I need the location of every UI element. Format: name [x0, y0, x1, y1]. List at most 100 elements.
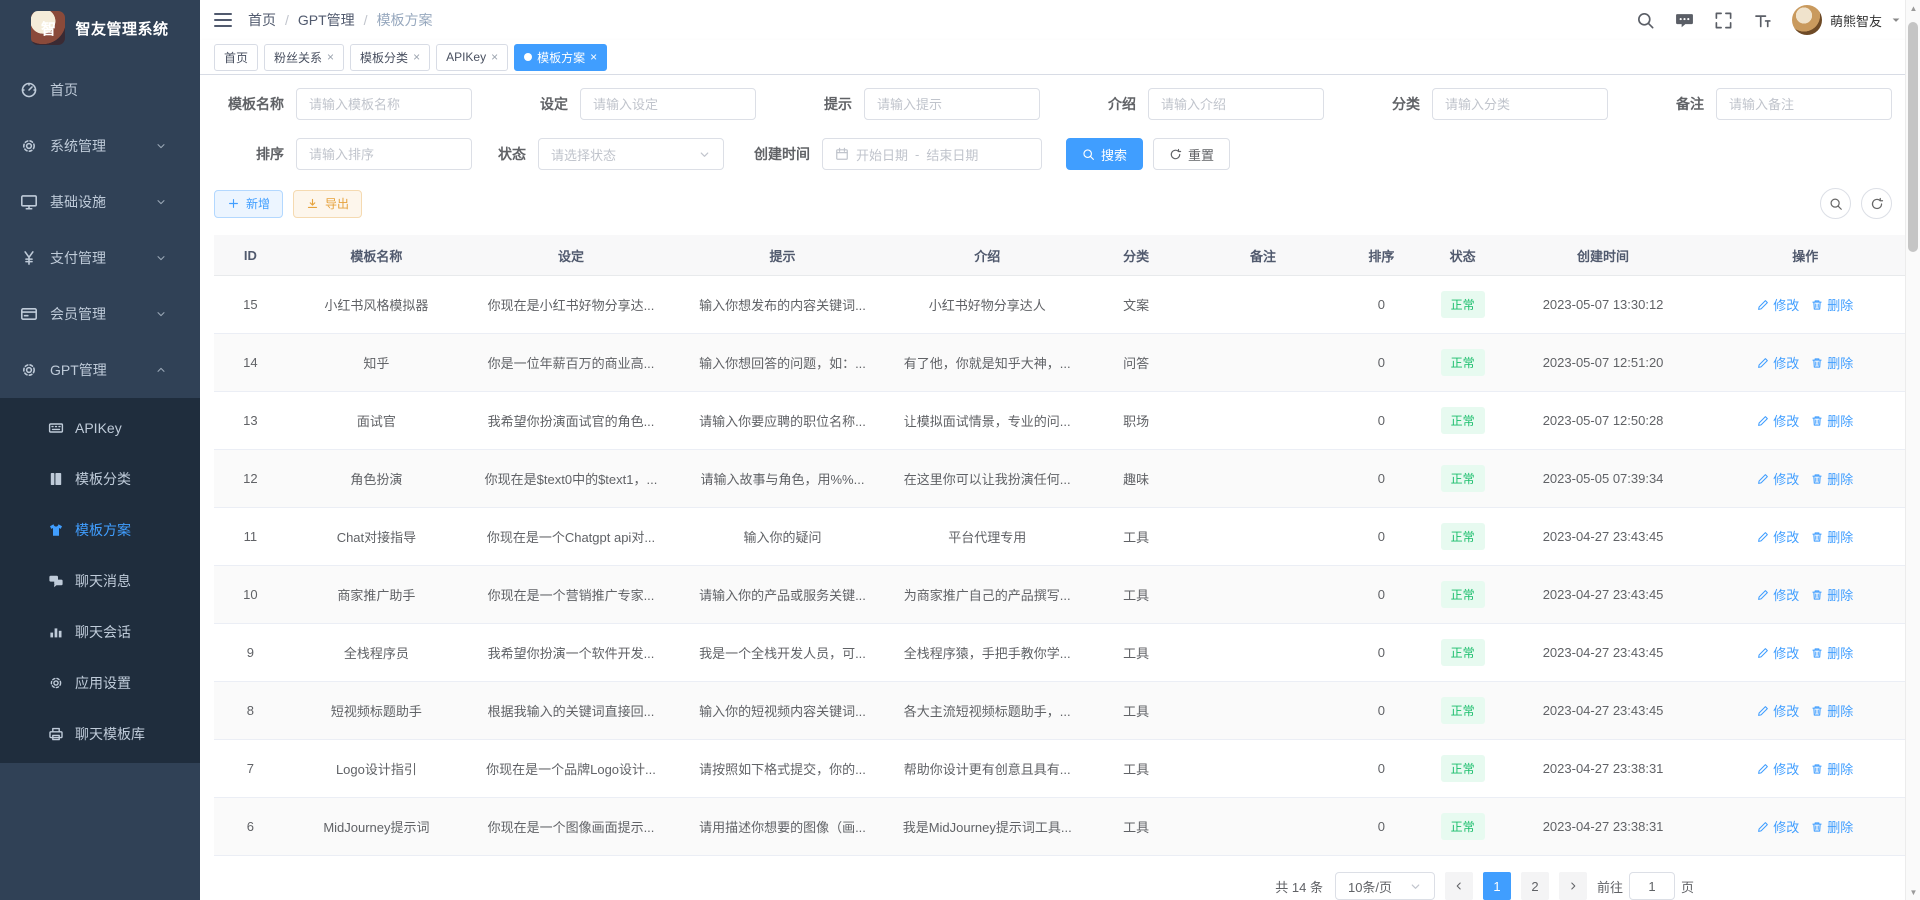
- sidebar-item-GPT管理[interactable]: GPT管理: [0, 342, 200, 398]
- form-field-提示: 提示: [782, 88, 1066, 120]
- refresh-table-button[interactable]: [1861, 188, 1892, 219]
- goto-page-input[interactable]: [1636, 879, 1668, 894]
- tab-模板方案[interactable]: 模板方案×: [514, 44, 607, 71]
- reset-button[interactable]: 重置: [1153, 138, 1230, 170]
- sidebar-subitem-应用设置[interactable]: 应用设置: [0, 657, 200, 708]
- tab-模板分类[interactable]: 模板分类×: [350, 44, 430, 71]
- scrollbar-thumb[interactable]: [1908, 22, 1918, 252]
- delete-link[interactable]: 删除: [1811, 585, 1853, 604]
- close-icon[interactable]: ×: [590, 51, 597, 63]
- sidebar-item-系统管理[interactable]: 系统管理: [0, 118, 200, 174]
- delete-link[interactable]: 删除: [1811, 353, 1853, 372]
- cell: 各大主流短视频标题助手，...: [889, 682, 1085, 739]
- delete-link[interactable]: 删除: [1811, 295, 1853, 314]
- tab-首页[interactable]: 首页: [214, 44, 258, 71]
- edit-link[interactable]: 修改: [1757, 353, 1799, 372]
- sidebar-menu: 首页系统管理基础设施支付管理会员管理GPT管理APIKey模板分类模板方案聊天消…: [0, 62, 200, 763]
- breadcrumb-item[interactable]: 首页: [248, 10, 276, 30]
- date-range-picker[interactable]: 开始日期 - 结束日期: [822, 138, 1042, 170]
- table-row[interactable]: 6MidJourney提示词你现在是一个图像画面提示...请用描述你想要的图像（…: [214, 798, 1906, 856]
- tab-APIKey[interactable]: APIKey×: [436, 44, 508, 71]
- 介绍-input[interactable]: [1161, 97, 1311, 112]
- edit-link[interactable]: 修改: [1757, 643, 1799, 662]
- message-icon[interactable]: [1675, 11, 1694, 30]
- sort-input[interactable]: [309, 147, 459, 162]
- edit-icon: [1757, 763, 1769, 775]
- delete-link[interactable]: 删除: [1811, 469, 1853, 488]
- sidebar-toggle-icon[interactable]: [214, 13, 232, 27]
- fullscreen-icon[interactable]: [1714, 11, 1733, 30]
- window-scrollbar[interactable]: ▲ ▼: [1905, 0, 1920, 900]
- cell: 根据我输入的关键词直接回...: [466, 682, 676, 739]
- prev-page-button[interactable]: [1445, 872, 1473, 900]
- page-size-select[interactable]: 10条/页: [1335, 872, 1435, 900]
- export-button[interactable]: 导出: [293, 190, 362, 218]
- edit-link[interactable]: 修改: [1757, 759, 1799, 778]
- tab-粉丝关系[interactable]: 粉丝关系×: [264, 44, 344, 71]
- add-button[interactable]: 新增: [214, 190, 283, 218]
- delete-link[interactable]: 删除: [1811, 817, 1853, 836]
- cell: 请输入你要应聘的职位名称...: [676, 392, 889, 449]
- sidebar-item-会员管理[interactable]: 会员管理: [0, 286, 200, 342]
- next-page-button[interactable]: [1559, 872, 1587, 900]
- edit-link[interactable]: 修改: [1757, 469, 1799, 488]
- 备注-input[interactable]: [1729, 97, 1879, 112]
- delete-link[interactable]: 删除: [1811, 527, 1853, 546]
- edit-link[interactable]: 修改: [1757, 817, 1799, 836]
- app-title: 智友管理系统: [75, 18, 168, 39]
- table-row[interactable]: 8短视频标题助手根据我输入的关键词直接回...输入你的短视频内容关键词...各大…: [214, 682, 1906, 740]
- app-logo[interactable]: 智 智友管理系统: [0, 0, 200, 56]
- table-row[interactable]: 13面试官我希望你扮演面试官的角色...请输入你要应聘的职位名称...让模拟面试…: [214, 392, 1906, 450]
- table-row[interactable]: 7Logo设计指引你现在是一个品牌Logo设计...请按照如下格式提交，你的..…: [214, 740, 1906, 798]
- scroll-down-icon[interactable]: ▼: [1906, 884, 1920, 900]
- page-button-1[interactable]: 1: [1483, 872, 1511, 900]
- cell: 8: [214, 682, 287, 739]
- edit-link[interactable]: 修改: [1757, 295, 1799, 314]
- edit-link[interactable]: 修改: [1757, 411, 1799, 430]
- delete-link[interactable]: 删除: [1811, 411, 1853, 430]
- breadcrumb-item[interactable]: GPT管理: [298, 10, 355, 30]
- sidebar-item-首页[interactable]: 首页: [0, 62, 200, 118]
- sidebar-subitem-聊天模板库[interactable]: 聊天模板库: [0, 708, 200, 759]
- close-icon[interactable]: ×: [491, 51, 498, 63]
- toggle-search-button[interactable]: [1820, 188, 1851, 219]
- sidebar-subitem-聊天消息[interactable]: 聊天消息: [0, 555, 200, 606]
- sidebar-subitem-聊天会话[interactable]: 聊天会话: [0, 606, 200, 657]
- sidebar-subitem-模板方案[interactable]: 模板方案: [0, 504, 200, 555]
- table-row[interactable]: 11Chat对接指导你现在是一个Chatgpt api对...输入你的疑问平台代…: [214, 508, 1906, 566]
- table-row[interactable]: 14知乎你是一位年薪百万的商业高...输入你想回答的问题，如：...有了他，你就…: [214, 334, 1906, 392]
- delete-link[interactable]: 删除: [1811, 759, 1853, 778]
- edit-label: 修改: [1773, 295, 1799, 314]
- search-button[interactable]: 搜索: [1066, 138, 1143, 170]
- delete-link[interactable]: 删除: [1811, 643, 1853, 662]
- sidebar-item-基础设施[interactable]: 基础设施: [0, 174, 200, 230]
- table-row[interactable]: 10商家推广助手你现在是一个营销推广专家...请输入你的产品或服务关键...为商…: [214, 566, 1906, 624]
- sidebar-subitem-APIKey[interactable]: APIKey: [0, 402, 200, 453]
- scroll-up-icon[interactable]: ▲: [1906, 0, 1920, 16]
- close-icon[interactable]: ×: [413, 51, 420, 63]
- font-size-icon[interactable]: [1753, 11, 1772, 30]
- sidebar-subitem-模板分类[interactable]: 模板分类: [0, 453, 200, 504]
- 设定-input[interactable]: [593, 97, 743, 112]
- user-menu[interactable]: 萌熊智友: [1792, 5, 1902, 35]
- edit-link[interactable]: 修改: [1757, 701, 1799, 720]
- table-row[interactable]: 9全栈程序员我希望你扮演一个软件开发...我是一个全栈开发人员，可...全栈程序…: [214, 624, 1906, 682]
- 模板名称-input[interactable]: [309, 97, 459, 112]
- table-row[interactable]: 15小红书风格模拟器你现在是小红书好物分享达...输入你想发布的内容关键词...…: [214, 276, 1906, 334]
- delete-link[interactable]: 删除: [1811, 701, 1853, 720]
- table-row[interactable]: 12角色扮演你现在是$text0中的$text1，...请输入故事与角色，用%%…: [214, 450, 1906, 508]
- edit-link[interactable]: 修改: [1757, 585, 1799, 604]
- cell-status: 正常: [1424, 682, 1502, 739]
- close-icon[interactable]: ×: [327, 51, 334, 63]
- search-icon[interactable]: [1636, 11, 1655, 30]
- page-button-2[interactable]: 2: [1521, 872, 1549, 900]
- library-icon: [48, 726, 64, 742]
- column-header-创建时间: 创建时间: [1502, 235, 1705, 275]
- status-select[interactable]: 请选择状态: [538, 138, 724, 170]
- 提示-input[interactable]: [877, 97, 1027, 112]
- 分类-input[interactable]: [1445, 97, 1595, 112]
- cell: 你现在是一个图像画面提示...: [466, 798, 676, 855]
- sidebar-item-支付管理[interactable]: 支付管理: [0, 230, 200, 286]
- search-icon: [1829, 197, 1843, 211]
- edit-link[interactable]: 修改: [1757, 527, 1799, 546]
